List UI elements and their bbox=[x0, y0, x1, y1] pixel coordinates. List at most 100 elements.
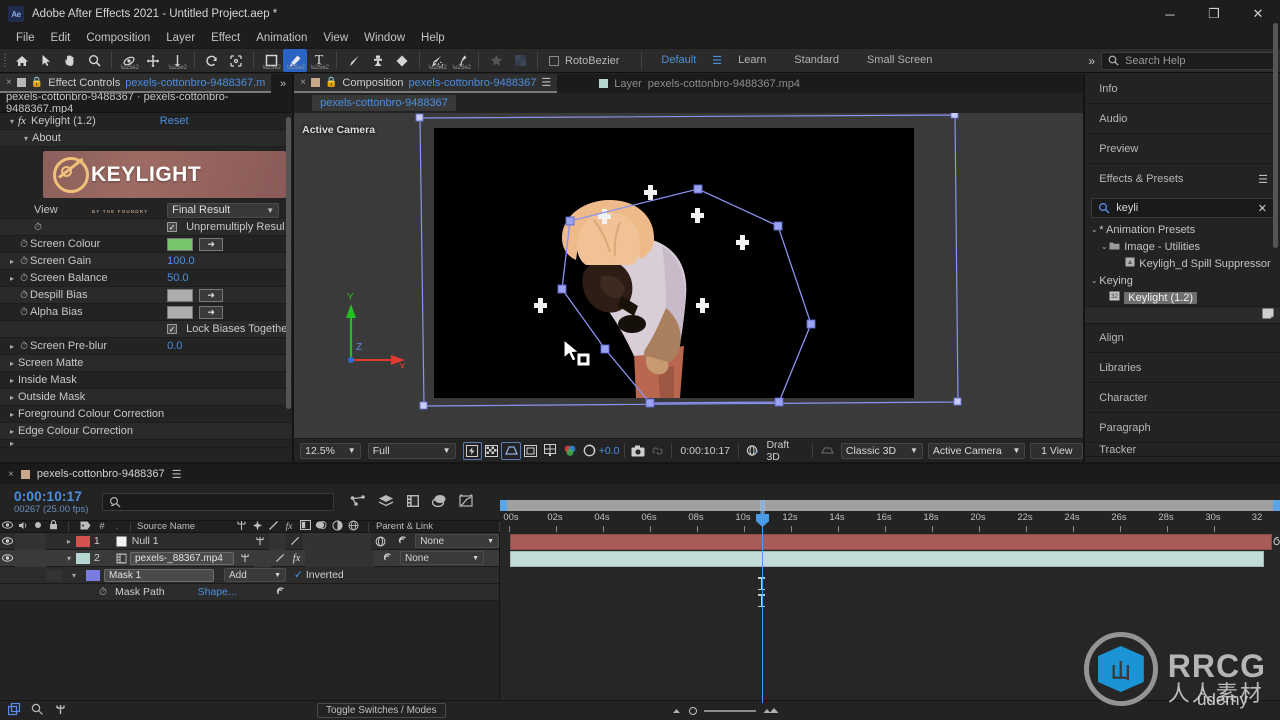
unpremultiply-checkbox[interactable]: ✓ bbox=[167, 222, 178, 232]
chevron-down-icon[interactable]: ⌄ bbox=[1089, 225, 1099, 234]
pan-behind-tool[interactable] bbox=[141, 49, 165, 72]
effects-presets-menu-icon[interactable]: ☰ bbox=[1258, 173, 1268, 186]
show-snapshot-icon[interactable] bbox=[648, 442, 667, 460]
zoom-slider-track[interactable] bbox=[703, 709, 756, 712]
mask-path-pickwhip[interactable] bbox=[267, 584, 293, 601]
effect-controls-scrollbar[interactable] bbox=[286, 117, 292, 409]
layer-lock-toggle[interactable] bbox=[46, 533, 62, 550]
tree-item-animation-presets[interactable]: ⌄ * Animation Presets bbox=[1085, 221, 1280, 238]
composition-renderer-icon[interactable] bbox=[7, 702, 21, 719]
favorite-star-icon[interactable] bbox=[484, 49, 508, 72]
frame-render-time-icon[interactable] bbox=[31, 703, 44, 719]
chevron-right-icon[interactable]: ▸ bbox=[6, 393, 18, 402]
chevron-down-icon[interactable]: ⌄ bbox=[1099, 242, 1109, 251]
workspace-small-screen[interactable]: Small Screen bbox=[853, 48, 946, 73]
layer-solo-toggle[interactable] bbox=[31, 549, 46, 567]
renderer-select[interactable]: Classic 3D ▼ bbox=[840, 442, 923, 459]
panel-effects-presets[interactable]: Effects & Presets ☰ bbox=[1085, 164, 1280, 194]
work-area-bar[interactable] bbox=[500, 500, 1280, 511]
shy-toggle[interactable] bbox=[251, 533, 269, 550]
orbit-tool[interactable]: \u25e2 bbox=[117, 49, 141, 72]
panel-paragraph[interactable]: Paragraph bbox=[1085, 413, 1280, 443]
layer-bar-video[interactable] bbox=[510, 551, 1264, 567]
row-screen-balance[interactable]: ▸ ⏱ Screen Balance 50.0 bbox=[0, 270, 293, 287]
new-folder-icon[interactable] bbox=[1262, 308, 1274, 322]
roto-brush-tool[interactable]: \u25e2 bbox=[425, 49, 449, 72]
panel-preview[interactable]: Preview bbox=[1085, 134, 1280, 164]
fast-previews-icon[interactable] bbox=[462, 441, 483, 460]
adjustment-toggle[interactable] bbox=[339, 549, 356, 567]
chevron-right-icon[interactable]: ▸ bbox=[6, 359, 18, 368]
row-unpremultiply[interactable]: ⏱ ✓ Unpremultiply Resul bbox=[0, 219, 293, 236]
mask-twirl-icon[interactable]: ▾ bbox=[62, 567, 86, 584]
collapse-toggle[interactable] bbox=[269, 532, 287, 550]
view-select[interactable]: Final Result ▼ bbox=[167, 202, 280, 218]
table-row[interactable]: ▾ 2 pexels-_88367.mp4 fx None ▼ bbox=[0, 549, 499, 567]
layer-visibility-toggle[interactable] bbox=[0, 533, 15, 550]
parent-pickwhip[interactable] bbox=[374, 550, 400, 567]
timeline-menu-icon[interactable]: ☰ bbox=[172, 468, 182, 481]
film-strip-icon[interactable] bbox=[406, 494, 420, 511]
shape-tool[interactable]: \u25e2 bbox=[259, 49, 283, 72]
composition-name-chip[interactable]: pexels-cottonbro-9488367 bbox=[312, 95, 456, 111]
row-inside-mask[interactable]: ▸ Inside Mask bbox=[0, 372, 293, 389]
3d-ground-plane-icon[interactable] bbox=[817, 442, 836, 460]
layer-bar-null1[interactable] bbox=[510, 534, 1272, 550]
layer-audio-toggle[interactable] bbox=[14, 532, 31, 550]
mask-shape-visibility-icon[interactable] bbox=[501, 441, 521, 460]
exposure-value[interactable]: +0.0 bbox=[599, 445, 620, 457]
hide-shy-layers-icon[interactable] bbox=[54, 703, 67, 719]
panel-info[interactable]: Info bbox=[1085, 74, 1280, 104]
eyedropper-icon[interactable]: ➜ bbox=[199, 237, 224, 251]
composition-mini-flowchart-icon[interactable] bbox=[378, 494, 394, 511]
despill-bias-swatch[interactable] bbox=[167, 288, 194, 302]
screen-gain-value[interactable]: 100.0 bbox=[167, 255, 195, 267]
layer-label-color[interactable] bbox=[75, 535, 90, 547]
playhead[interactable] bbox=[756, 500, 769, 703]
chevron-right-icon[interactable]: ▸ bbox=[6, 274, 18, 283]
layer-twirl-icon[interactable]: ▸ bbox=[62, 533, 76, 550]
eyedropper-icon[interactable]: ➜ bbox=[199, 305, 224, 319]
screen-preblur-value[interactable]: 0.0 bbox=[167, 340, 182, 352]
timeline-zoom-slider[interactable] bbox=[671, 705, 779, 717]
transparency-grid-icon[interactable] bbox=[482, 442, 501, 460]
stopwatch-icon[interactable]: ⏱ bbox=[18, 256, 30, 267]
layer-name[interactable]: Null 1 bbox=[132, 535, 252, 547]
chevron-right-icon[interactable]: ▸ bbox=[6, 257, 18, 266]
tab-effect-controls[interactable]: × 🔒 Effect Controls pexels-cottonbro-948… bbox=[0, 74, 272, 93]
rotobezier-toggle[interactable]: RotoBezier bbox=[549, 55, 619, 67]
layer-twirl-icon[interactable]: ▾ bbox=[62, 550, 76, 567]
adjustment-toggle[interactable] bbox=[354, 532, 372, 550]
tree-item-keylight[interactable]: 32 Keylight (1.2) bbox=[1085, 289, 1280, 306]
current-time-display[interactable]: 0:00:10:17 00267 (25.00 fps) bbox=[14, 489, 88, 515]
layer-solo-toggle[interactable] bbox=[30, 532, 46, 550]
composition-timecode[interactable]: 0:00:10:17 bbox=[676, 445, 734, 457]
mask-color-swatch[interactable] bbox=[86, 569, 100, 581]
tab-timeline[interactable]: pexels-cottonbro-9488367 bbox=[37, 468, 165, 480]
layer-bar-end-handle[interactable] bbox=[1272, 534, 1280, 550]
snapshot-icon[interactable] bbox=[629, 442, 648, 460]
tree-item-image-utilities[interactable]: ⌄ Image - Utilities bbox=[1085, 238, 1280, 255]
screen-balance-value[interactable]: 50.0 bbox=[167, 272, 188, 284]
mask-mode-select[interactable]: Add ▼ bbox=[224, 568, 286, 582]
composition-viewer[interactable]: Active Camera Y X Z bbox=[294, 113, 1084, 438]
menu-window[interactable]: Window bbox=[356, 28, 413, 48]
title-action-safe-icon[interactable] bbox=[521, 442, 540, 460]
motion-blur-toggle[interactable] bbox=[322, 549, 339, 567]
composition-tab-menu-icon[interactable]: ☰ bbox=[541, 76, 551, 89]
frame-blend-toggle[interactable] bbox=[320, 532, 338, 550]
toolbar-grip[interactable] bbox=[0, 48, 10, 73]
work-area-end-handle[interactable] bbox=[1273, 500, 1280, 511]
resolution-select[interactable]: Full ▼ bbox=[367, 442, 456, 459]
dolly-tool[interactable]: \u25e2 bbox=[165, 49, 189, 72]
zoom-in-icon[interactable] bbox=[763, 705, 779, 717]
menu-help[interactable]: Help bbox=[413, 28, 453, 48]
lock-icon[interactable]: 🔒 bbox=[325, 77, 337, 88]
camera-select[interactable]: Active Camera ▼ bbox=[927, 442, 1026, 459]
hand-tool[interactable] bbox=[58, 49, 82, 72]
grid-guides-icon[interactable] bbox=[540, 442, 559, 460]
effects-toggle[interactable]: fx bbox=[288, 550, 305, 567]
layer-visibility-toggle[interactable] bbox=[0, 550, 15, 567]
workspace-overflow-icon[interactable]: » bbox=[1088, 54, 1101, 68]
mask-row[interactable]: ▾ Mask 1 Add ▼ ✓ Inverted bbox=[0, 567, 499, 584]
